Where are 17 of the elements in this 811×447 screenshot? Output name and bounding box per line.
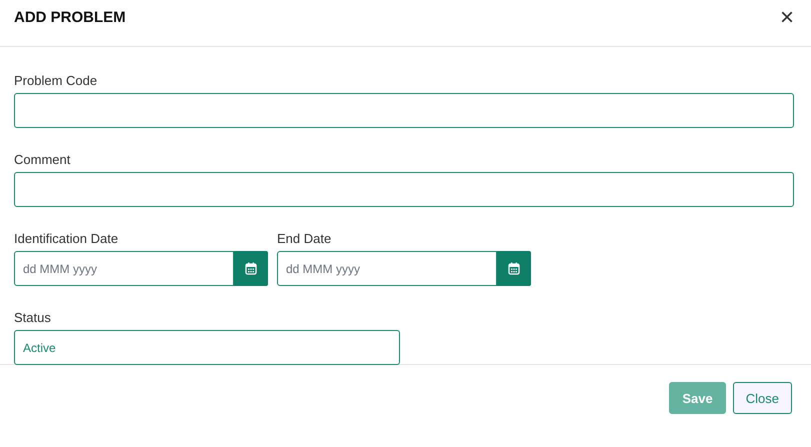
date-field[interactable]: dd MMM yyyy	[14, 251, 234, 286]
dialog-title: ADD PROBLEM	[14, 8, 126, 26]
field-label: Status	[14, 310, 52, 325]
calendar-button[interactable]	[497, 251, 531, 286]
calendar-icon	[508, 262, 520, 275]
input-field[interactable]	[14, 93, 794, 128]
close-button[interactable]: Close	[732, 382, 792, 414]
field-label: Problem Code	[14, 73, 98, 88]
field-label: End Date	[277, 231, 332, 246]
field-label: Identification Date	[14, 231, 120, 246]
close-icon[interactable]: ×	[780, 6, 794, 30]
field-label: Comment	[14, 152, 72, 167]
input-field[interactable]	[14, 172, 794, 207]
calendar-button[interactable]	[234, 251, 268, 286]
calendar-icon	[245, 262, 257, 275]
date-field[interactable]: dd MMM yyyy	[277, 251, 497, 286]
status-field[interactable]: Active	[14, 330, 400, 365]
